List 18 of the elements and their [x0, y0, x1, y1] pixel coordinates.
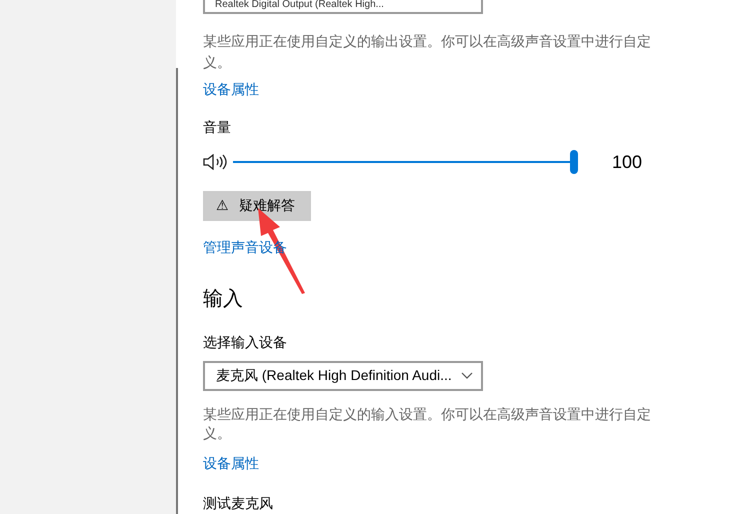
test-microphone-label: 测试麦克风	[203, 494, 273, 513]
input-note: 某些应用正在使用自定义的输入设置。你可以在高级声音设置中进行自定义。	[203, 404, 652, 443]
troubleshoot-button[interactable]: ⚠ 疑难解答	[203, 190, 311, 221]
scrollbar[interactable]	[176, 68, 178, 514]
warning-icon: ⚠	[216, 195, 229, 216]
volume-thumb[interactable]	[570, 150, 578, 174]
device-properties-link[interactable]: 设备属性	[203, 78, 259, 100]
volume-label: 音量	[203, 118, 231, 137]
input-heading: 输入	[203, 286, 243, 312]
chevron-down-icon	[461, 372, 473, 380]
output-note: 某些应用正在使用自定义的输出设置。你可以在高级声音设置中进行自定义。	[203, 32, 652, 72]
select-input-label: 选择输入设备	[203, 332, 287, 352]
device-properties-link[interactable]: 设备属性	[203, 452, 259, 474]
volume-reading: 100	[612, 150, 642, 174]
input-device-dropdown[interactable]: 麦克风 (Realtek High Definition Audi...	[203, 360, 483, 391]
speaker-icon	[203, 154, 227, 170]
volume-slider[interactable]	[233, 150, 578, 174]
output-device-dropdown[interactable]: Realtek Digital Output (Realtek High...	[203, 0, 483, 14]
